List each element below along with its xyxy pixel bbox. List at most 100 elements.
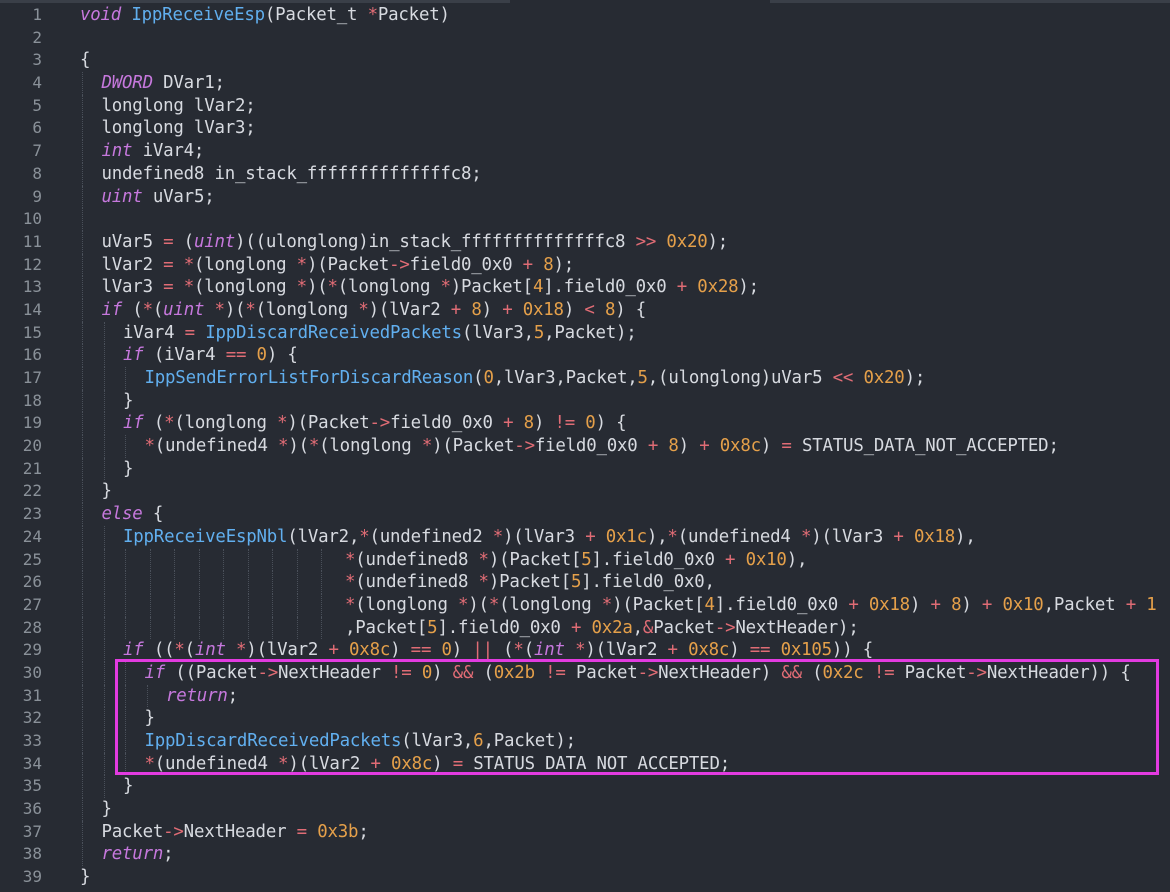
code-editor[interactable]: 1 2 3 4 5 6 7 8 9 10 11 12 13 14 15 16 17 18 19 20 21 22 23 24 2…: [0, 0, 1170, 892]
code-token: )(lVar3: [503, 526, 586, 547]
code-token: (longlong: [499, 594, 602, 615]
code-line[interactable]: if (iVar4 == 0) {: [80, 344, 1170, 367]
code-token: if: [123, 345, 144, 366]
code-token: ;: [163, 844, 174, 865]
indent-guide: [82, 276, 83, 299]
code-line[interactable]: return;: [80, 684, 1170, 708]
code-token: (longlong: [355, 594, 458, 615]
code-line[interactable]: [80, 27, 1170, 50]
code-line[interactable]: *(longlong *)(*(longlong *)(Packet[4].fi…: [80, 593, 1170, 617]
code-line[interactable]: }: [80, 480, 1170, 504]
indent-guide: [125, 730, 126, 753]
code-line[interactable]: if (*(uint *)(*(longlong *)(lVar2 + 8) +…: [80, 298, 1170, 322]
code-token: )(Packet: [432, 436, 515, 457]
indent-guide: [223, 548, 224, 572]
code-line[interactable]: {: [80, 49, 1170, 72]
code-token: ,Packet);: [483, 731, 576, 751]
code-token: else: [101, 504, 143, 525]
code-token: *: [492, 526, 504, 547]
line-number: 33: [22, 731, 42, 750]
code-token: ->: [389, 254, 410, 275]
code-line[interactable]: uVar5 = (uint)((ulonglong)in_stack_fffff…: [80, 230, 1170, 254]
indent-guide: [321, 571, 322, 594]
code-line[interactable]: *(undefined8 *)Packet[5].field0_0x0,: [80, 571, 1170, 594]
code-token: ==: [410, 640, 432, 661]
code-token: (: [173, 231, 194, 252]
tab-edge-left: [0, 0, 510, 3]
code-token: *: [308, 436, 320, 457]
line-number: 24: [22, 526, 42, 546]
code-line[interactable]: *(undefined4 *)(*(longlong *)(Packet->fi…: [80, 435, 1170, 458]
indent-guide: [149, 593, 151, 617]
code-token: (: [473, 662, 494, 683]
code-line[interactable]: }: [80, 798, 1170, 821]
code-token: 0x105: [780, 640, 833, 661]
code-token: )(: [468, 594, 489, 615]
code-line[interactable]: longlong lVar2;: [80, 94, 1170, 118]
code-line[interactable]: }: [80, 707, 1170, 730]
code-line[interactable]: if ((*(int *)(lVar2 + 0x8c) == 0) || (*(…: [80, 639, 1170, 662]
code-line[interactable]: return;: [80, 843, 1170, 867]
code-token: ->: [966, 662, 987, 683]
indent-guide: [103, 367, 105, 390]
code-token: ->: [257, 662, 279, 683]
code-line[interactable]: lVar2 = *(longlong *)(Packet->field0_0x0…: [80, 253, 1170, 277]
code-line[interactable]: }: [80, 389, 1170, 413]
line-number: 34: [22, 753, 42, 773]
code-line[interactable]: longlong lVar3;: [80, 117, 1170, 141]
indent-guide: [82, 480, 83, 504]
code-token: +: [585, 526, 596, 547]
line-number: 2: [32, 27, 42, 47]
code-token: *: [236, 640, 247, 661]
code-line[interactable]: *(undefined8 *)(Packet[5].field0_0x0 + 0…: [80, 548, 1170, 572]
code-line[interactable]: uint uVar5;: [80, 185, 1170, 209]
code-token: 0x10: [745, 549, 787, 570]
code-token: ): [760, 436, 782, 457]
code-line[interactable]: IppReceiveEspNbl(lVar2,*(undefined2 *)(l…: [80, 525, 1170, 549]
code-token: ) {: [615, 299, 647, 320]
code-line[interactable]: int iVar4;: [80, 140, 1170, 163]
code-line[interactable]: }: [80, 775, 1170, 799]
code-line[interactable]: Packet->NextHeader = 0x3b;: [80, 820, 1170, 844]
code-line[interactable]: *(undefined4 *)(lVar2 + 0x8c) = STATUS_D…: [80, 752, 1170, 776]
indent-guide: [296, 571, 298, 594]
code-line[interactable]: ,Packet[5].field0_0x0 + 0x2a,&Packet->Ne…: [80, 616, 1170, 640]
code-line[interactable]: IppSendErrorListForDiscardReason(0,lVar3…: [80, 367, 1170, 390]
indent-guide: [125, 684, 126, 708]
line-number: 39: [22, 867, 42, 887]
line-number: 12: [22, 254, 42, 274]
code-line[interactable]: iVar4 = IppDiscardReceivedPackets(lVar3,…: [80, 321, 1170, 345]
code-line[interactable]: undefined8 in_stack_ffffffffffffffc8;: [80, 162, 1170, 186]
code-token: int: [194, 640, 226, 661]
line-number: 11: [22, 231, 42, 251]
code-line[interactable]: }: [80, 457, 1170, 481]
code-area[interactable]: void IppReceiveEsp(Packet_t *Packet) {DWO…: [80, 4, 1170, 889]
code-line[interactable]: lVar3 = *(longlong *)(*(longlong *)Packe…: [80, 276, 1170, 299]
code-line[interactable]: if ((Packet->NextHeader != 0) && (0x2b !…: [80, 661, 1170, 685]
code-line[interactable]: else {: [80, 503, 1170, 526]
indent-guide: [82, 548, 83, 572]
code-line[interactable]: void IppReceiveEsp(Packet_t *Packet): [80, 4, 1170, 27]
code-line[interactable]: }: [80, 866, 1170, 889]
code-token: ),: [646, 526, 668, 547]
code-token: ): [729, 640, 750, 661]
code-token: ) {: [595, 413, 627, 434]
line-number: 21: [22, 458, 42, 478]
indent-guide: [82, 820, 83, 844]
code-token: ): [563, 299, 585, 320]
code-line[interactable]: [80, 208, 1170, 231]
code-line[interactable]: IppDiscardReceivedPackets(lVar3,6,Packet…: [80, 730, 1170, 753]
code-line[interactable]: if (*(longlong *)(Packet->field0_0x0 + 8…: [80, 412, 1170, 436]
code-line[interactable]: DWORD DVar1;: [80, 72, 1170, 95]
code-token: *: [601, 594, 613, 615]
code-token: );: [738, 277, 759, 298]
code-token: ].field0_0x0: [714, 594, 849, 615]
code-token: +: [893, 526, 904, 547]
